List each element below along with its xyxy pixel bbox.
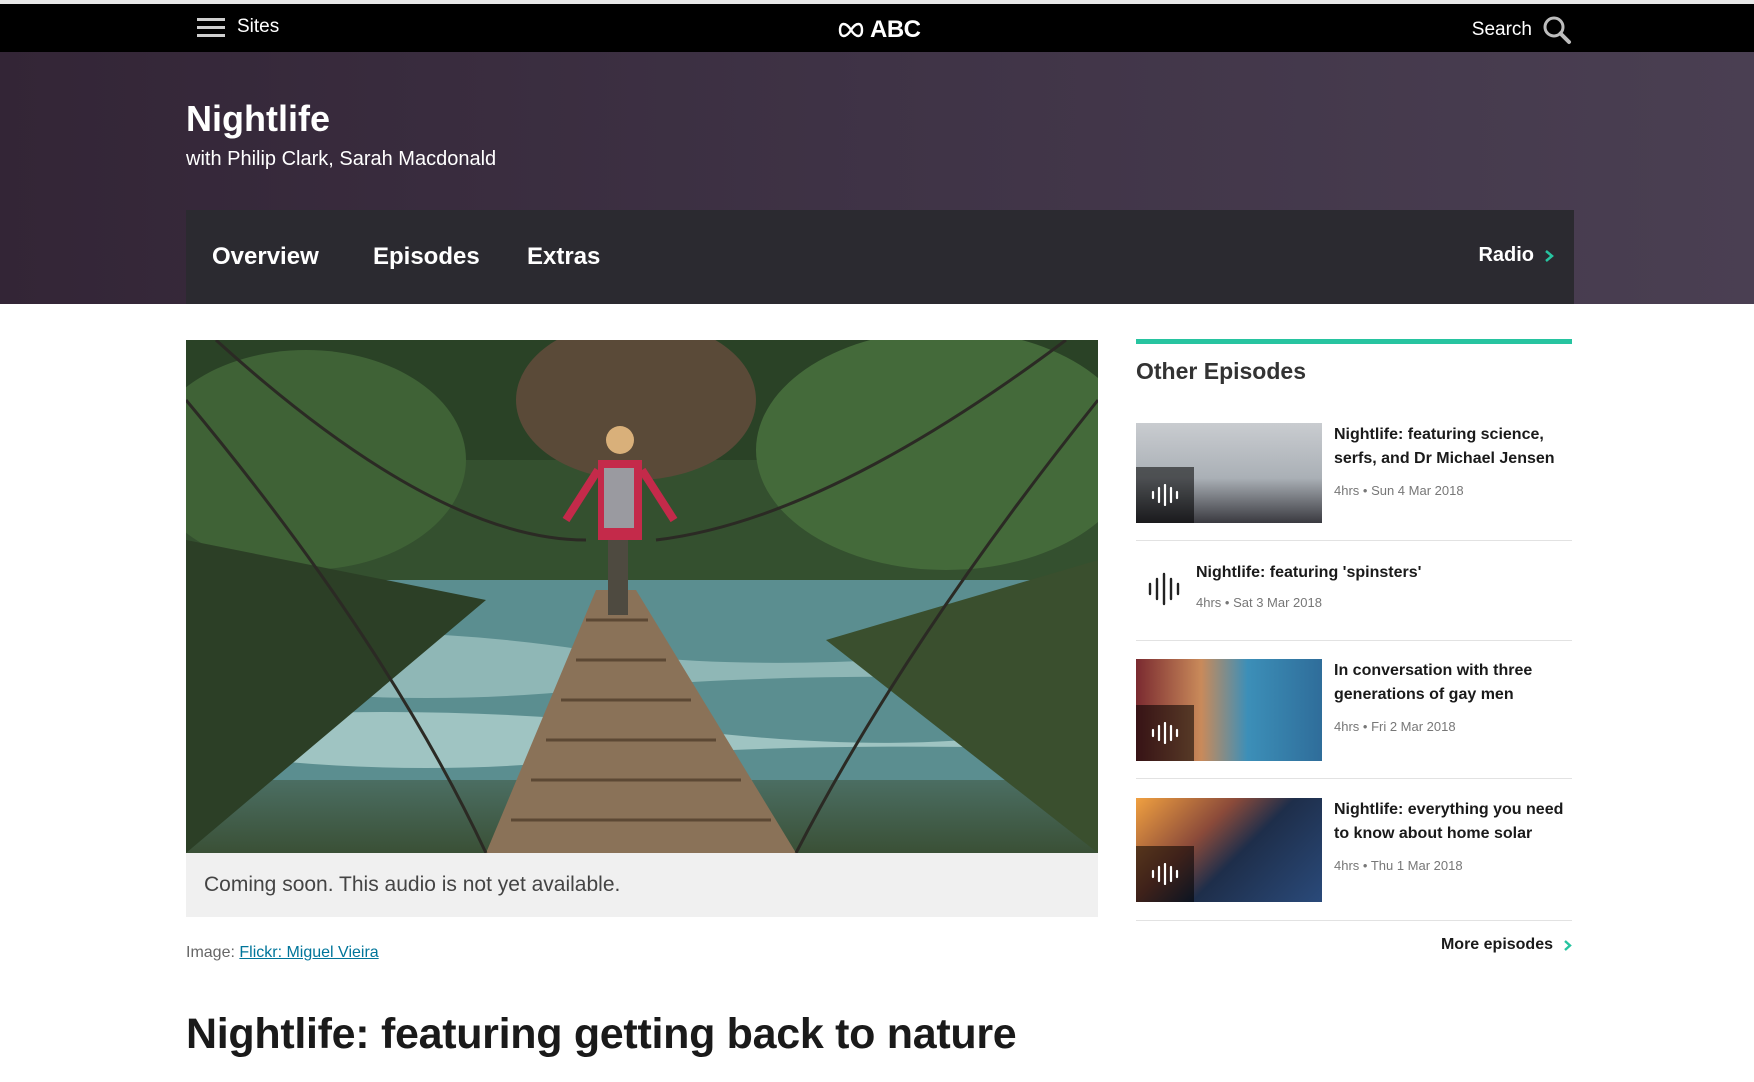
episode-thumbnail xyxy=(1136,659,1322,761)
audio-indicator xyxy=(1136,467,1194,523)
logo-text: ABC xyxy=(870,16,921,43)
program-hosts: with Philip Clark, Sarah Macdonald xyxy=(186,148,497,170)
search-button[interactable]: Search xyxy=(1472,15,1572,45)
episode-title-link[interactable]: In conversation with three generations o… xyxy=(1334,659,1572,707)
episode-title-link[interactable]: Nightlife: featuring 'spinsters' xyxy=(1196,561,1572,585)
sidebar-heading: Other Episodes xyxy=(1136,358,1306,384)
other-episodes-sidebar: Other Episodes Nightlife: featuring scie… xyxy=(1136,339,1572,953)
audio-wave-icon xyxy=(1151,722,1179,744)
episode-list-item[interactable]: In conversation with three generations o… xyxy=(1136,641,1572,779)
image-credit: Image: Flickr: Miguel Vieira xyxy=(186,944,379,962)
search-icon xyxy=(1543,16,1571,44)
more-episodes-label: More episodes xyxy=(1440,936,1553,953)
sidebar-accent-rule xyxy=(1136,339,1572,344)
sites-label: Sites xyxy=(237,16,280,37)
audio-wave-icon xyxy=(1151,863,1179,885)
global-top-bar: Sites ABC Search xyxy=(0,0,1754,52)
episode-title-link[interactable]: Nightlife: everything you need to know a… xyxy=(1334,798,1572,846)
audio-indicator xyxy=(1136,846,1194,902)
radio-link[interactable]: Radio xyxy=(1478,244,1554,267)
episode-thumbnail xyxy=(1136,423,1322,523)
sites-menu-button[interactable]: Sites xyxy=(197,16,279,38)
episode-list-item[interactable]: Nightlife: everything you need to know a… xyxy=(1136,779,1572,921)
program-header: Nightlife with Philip Clark, Sarah Macdo… xyxy=(0,52,1754,304)
abc-lissajous-icon xyxy=(838,22,864,38)
audio-wave-icon xyxy=(1148,572,1180,606)
more-episodes-link[interactable]: More episodes xyxy=(1441,936,1572,954)
program-nav: Overview Episodes Extras Radio xyxy=(186,210,1574,304)
chevron-right-icon xyxy=(1545,249,1554,262)
search-label: Search xyxy=(1471,19,1532,40)
hamburger-icon xyxy=(197,16,225,38)
chevron-right-icon xyxy=(1564,939,1572,951)
episode-meta: 4hrs • Fri 2 Mar 2018 xyxy=(1334,719,1456,734)
image-credit-prefix: Image: xyxy=(186,944,235,961)
program-title[interactable]: Nightlife xyxy=(186,98,330,140)
radio-label: Radio xyxy=(1478,244,1534,266)
audio-unavailable-notice: Coming soon. This audio is not yet avail… xyxy=(186,853,1098,917)
audio-indicator xyxy=(1136,705,1194,761)
episode-meta: 4hrs • Thu 1 Mar 2018 xyxy=(1334,858,1463,873)
episode-meta: 4hrs • Sun 4 Mar 2018 xyxy=(1334,483,1464,498)
tab-episodes[interactable]: Episodes xyxy=(373,243,480,271)
audio-wave-icon xyxy=(1151,484,1179,506)
episode-list-item[interactable]: Nightlife: featuring science, serfs, and… xyxy=(1136,423,1572,541)
hero-photo-illustration xyxy=(186,340,1098,853)
episode-title: Nightlife: featuring getting back to nat… xyxy=(186,1010,1017,1058)
episode-list-item[interactable]: Nightlife: featuring 'spinsters' 4hrs • … xyxy=(1136,541,1572,641)
episode-title-link[interactable]: Nightlife: featuring science, serfs, and… xyxy=(1334,423,1572,471)
hero-image xyxy=(186,340,1098,853)
episode-thumbnail xyxy=(1136,798,1322,902)
abc-logo[interactable]: ABC xyxy=(838,16,921,44)
image-credit-link[interactable]: Flickr: Miguel Vieira xyxy=(239,944,378,961)
episode-meta: 4hrs • Sat 3 Mar 2018 xyxy=(1196,595,1322,610)
tab-extras[interactable]: Extras xyxy=(527,243,600,271)
tab-overview[interactable]: Overview xyxy=(212,243,319,271)
